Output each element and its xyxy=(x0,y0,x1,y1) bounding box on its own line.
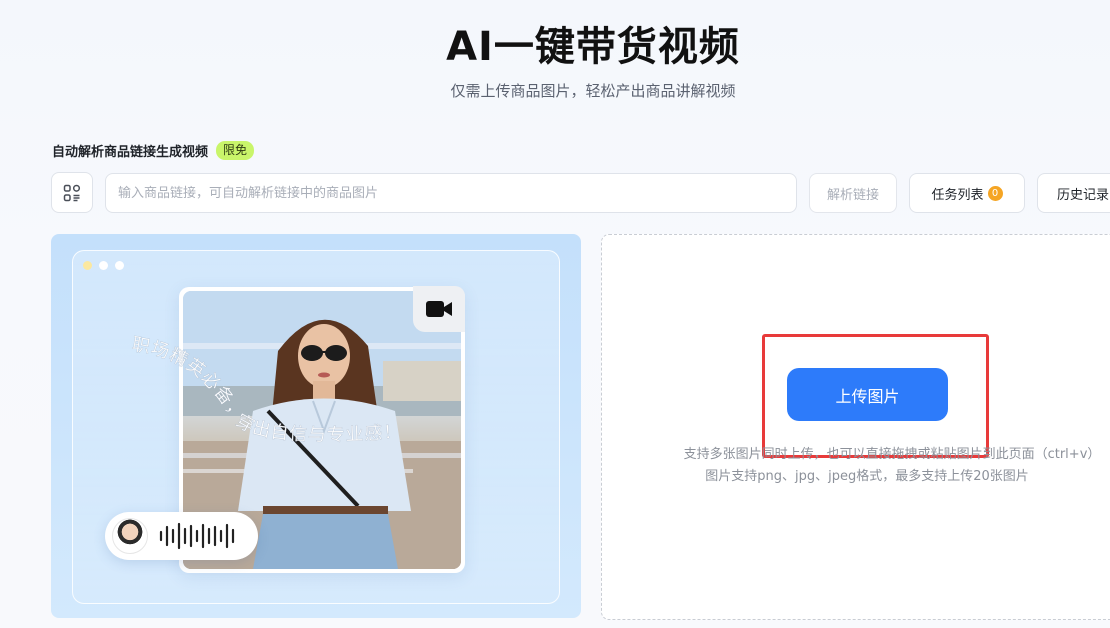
voice-wave-icon xyxy=(159,522,235,550)
link-section-label: 自动解析商品链接生成视频 xyxy=(52,145,209,160)
page-title: AI一键带货视频 xyxy=(446,24,740,70)
svg-text:职场精英必备，穿出自信与专业感！: 职场精英必备，穿出自信与专业感！ xyxy=(130,334,403,446)
preview-panel: 职场精英必备，穿出自信与专业感！ xyxy=(51,234,581,618)
scan-icon xyxy=(63,184,81,201)
upload-hint: 支持多张图片同时上传，也可以直接拖拽或粘贴图片到此页面（ctrl+v） 图片支持… xyxy=(602,444,1110,488)
upload-hint-line1: 支持多张图片同时上传，也可以直接拖拽或粘贴图片到此页面（ctrl+v） xyxy=(683,447,1101,462)
voice-pill xyxy=(105,512,258,560)
scan-button[interactable] xyxy=(51,172,93,213)
product-link-input[interactable] xyxy=(105,173,797,213)
upload-hint-line2: 图片支持png、jpg、jpeg格式，最多支持上传20张图片 xyxy=(705,469,1029,484)
caption-overlay: 职场精英必备，穿出自信与专业感！ xyxy=(130,334,403,446)
page-subtitle: 仅需上传商品图片，轻松产出商品讲解视频 xyxy=(450,82,736,100)
free-badge: 限免 xyxy=(216,141,255,160)
parse-link-button[interactable]: 解析链接 xyxy=(809,173,897,213)
window-dots xyxy=(83,261,124,270)
upload-dropzone[interactable]: 上传图片 支持多张图片同时上传，也可以直接拖拽或粘贴图片到此页面（ctrl+v）… xyxy=(601,234,1110,620)
history-button[interactable]: 历史记录 xyxy=(1037,173,1110,213)
caption-text: 职场精英必备，穿出自信与专业感！ xyxy=(130,334,402,446)
task-count-badge: 0 xyxy=(987,185,1003,201)
presenter-avatar xyxy=(112,518,148,554)
video-camera-icon xyxy=(426,301,452,317)
task-list-button[interactable]: 任务列表 0 xyxy=(909,173,1025,213)
task-list-label: 任务列表 xyxy=(931,187,984,203)
link-section-header: 自动解析商品链接生成视频 限免 xyxy=(52,141,255,160)
upload-image-button[interactable]: 上传图片 xyxy=(787,368,948,421)
